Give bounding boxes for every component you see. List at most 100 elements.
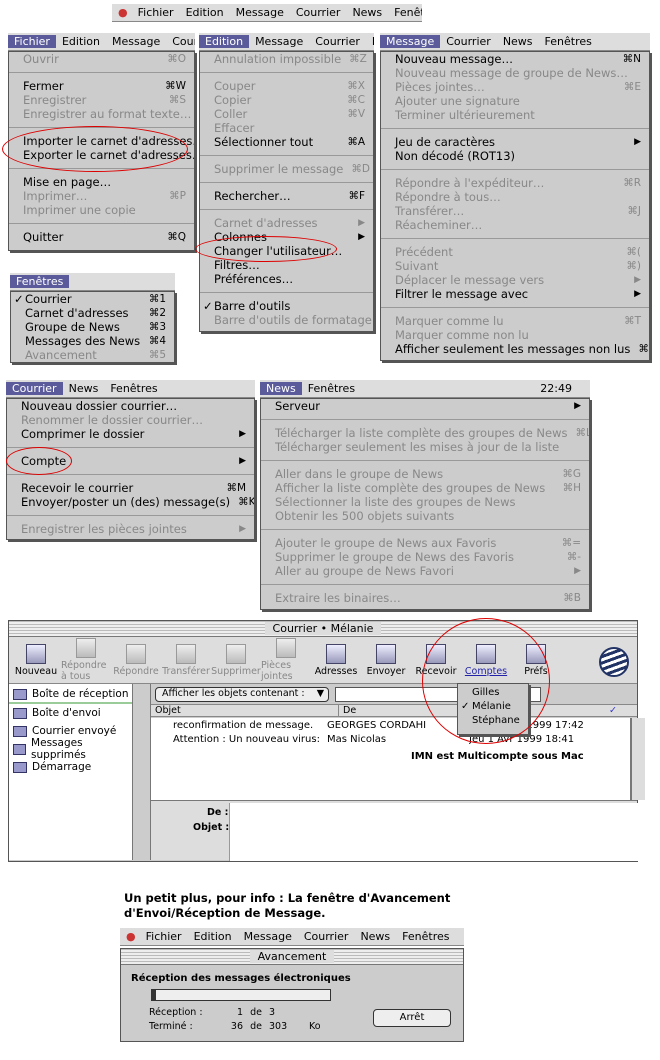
menu-item-envoyer-poster-un-des-message-s[interactable]: Envoyer/poster un (des) message(s) ⌘K bbox=[7, 495, 254, 509]
menu-item-jeu-de-caracteres[interactable]: Jeu de caractères ▶ bbox=[381, 135, 649, 149]
menubar-item-fenetres[interactable]: Fenêtres bbox=[539, 35, 598, 48]
menu-item-groupe-de-news[interactable]: Groupe de News ⌘3 bbox=[11, 320, 174, 334]
menu-item-label: Préférences… bbox=[214, 272, 294, 286]
menubar-item-fenetres[interactable]: Fenêtres bbox=[302, 382, 361, 395]
menubar-item-ne[interactable]: Ne bbox=[366, 35, 374, 48]
account-melanie[interactable]: ✓ Mélanie bbox=[458, 700, 528, 714]
menubar-item-message[interactable]: Message bbox=[249, 35, 309, 48]
menubar-item-message[interactable]: Message bbox=[106, 35, 166, 48]
menubar-item-edition[interactable]: Edition bbox=[188, 930, 238, 943]
menubar-item-news[interactable]: News bbox=[354, 930, 396, 943]
menubar-item-edition[interactable]: Edition bbox=[56, 35, 106, 48]
menu-item-filtres[interactable]: Filtres… bbox=[200, 258, 373, 272]
menu-item-nouveau-dossier-courrier[interactable]: Nouveau dossier courrier… bbox=[7, 399, 254, 413]
menu-item-label: Répondre à tous… bbox=[395, 190, 501, 204]
menu-item-selectionner-tout[interactable]: Sélectionner tout ⌘A bbox=[200, 135, 373, 149]
menu-item-imprimer: Imprimer… ⌘P bbox=[9, 189, 194, 203]
mail-window-titlebar[interactable]: Courrier • Mélanie bbox=[9, 621, 637, 637]
menu-item-changer-l-utilisateur[interactable]: Changer l'utilisateur… bbox=[200, 244, 373, 258]
menubar-item-courrier[interactable]: Courrier bbox=[166, 35, 195, 48]
menu-item-importer-le-carnet-d-adresses[interactable]: Importer le carnet d'adresses… bbox=[9, 134, 194, 148]
account-gilles[interactable]: Gilles bbox=[458, 686, 528, 700]
menubar-item-courrier[interactable]: Courrier bbox=[6, 382, 63, 395]
stop-button[interactable]: Arrêt bbox=[373, 1009, 451, 1027]
menubar-item-fenetres[interactable]: Fenêtres bbox=[396, 930, 455, 943]
menu-item-compte[interactable]: Compte ▶ bbox=[7, 454, 254, 468]
menu-item-label: Nouveau dossier courrier… bbox=[21, 399, 178, 413]
menu-item-mise-en-page[interactable]: Mise en page… bbox=[9, 175, 194, 189]
menu-item-carnet-d-adresses[interactable]: Carnet d'adresses ⌘2 bbox=[11, 306, 174, 320]
folder-boite-d-envoi[interactable]: Boîte d'envoi bbox=[9, 704, 132, 722]
progress-window: Avancement Réception des messages électr… bbox=[120, 948, 464, 1042]
filter-dropdown[interactable]: Afficher les objets contenant : ▼ bbox=[155, 686, 329, 702]
menu-item-quitter[interactable]: Quitter ⌘Q bbox=[9, 230, 194, 244]
shortcut-label: ⌘C bbox=[347, 94, 365, 106]
menubar-item-news[interactable]: News bbox=[260, 382, 302, 395]
menu-item-recevoir-le-courrier[interactable]: Recevoir le courrier ⌘M bbox=[7, 481, 254, 495]
message-row[interactable]: Attention : Un nouveau virus: Wami... Mas… bbox=[151, 732, 630, 746]
shortcut-label: ⌘1 bbox=[148, 293, 166, 305]
menubar-item-news[interactable]: News bbox=[497, 35, 539, 48]
menu-item-afficher-seulement-les-messages-non-lus[interactable]: Afficher seulement les messages non lus ⌘… bbox=[381, 342, 649, 356]
menubar-item-fichier[interactable]: Fichier bbox=[8, 35, 56, 48]
toolbar-pieces-jointes-button[interactable]: Pièces jointes bbox=[261, 638, 311, 682]
scrollbar[interactable] bbox=[631, 718, 645, 800]
folder-boite-de-reception[interactable]: Boîte de réception bbox=[9, 686, 132, 704]
menubar-item-news[interactable]: News bbox=[346, 6, 388, 19]
menubar-item-fenetres[interactable]: Fenêtres bbox=[388, 6, 422, 19]
menu-separator bbox=[7, 509, 254, 516]
toolbar-repondre-a-tous-button[interactable]: Répondre à tous bbox=[61, 638, 111, 682]
menubar-item-fichier[interactable]: Fichier bbox=[132, 6, 180, 19]
menubar-item-fichier[interactable]: Fichier bbox=[140, 930, 188, 943]
menu-item-filtrer-le-message-avec[interactable]: Filtrer le message avec ▶ bbox=[381, 287, 649, 301]
menu-item-barre-d-outils[interactable]: ✓ Barre d'outils bbox=[200, 299, 373, 313]
message-row[interactable]: reconfirmation de message. GEORGES CORDAH… bbox=[151, 718, 630, 732]
nouveau-icon bbox=[26, 643, 46, 664]
menu-item-courrier[interactable]: ✓ Courrier ⌘1 bbox=[11, 292, 174, 306]
menu-item-label: Annulation impossible bbox=[214, 52, 342, 66]
account-stephane[interactable]: Stéphane bbox=[458, 714, 528, 728]
toolbar-supprimer-button[interactable]: Supprimer bbox=[211, 643, 261, 677]
menubar-item-message[interactable]: Message bbox=[380, 35, 441, 48]
menu-item-nouveau-message[interactable]: Nouveau message… ⌘N bbox=[381, 52, 649, 66]
folder-messages-supprimes[interactable]: Messages supprimés bbox=[9, 737, 132, 761]
menubar-item-courrier[interactable]: Courrier bbox=[298, 930, 355, 943]
menu-item-serveur[interactable]: Serveur ▶ bbox=[261, 399, 589, 413]
col-objet-header[interactable]: Objet bbox=[151, 705, 339, 716]
menu-item-non-decode-rot13[interactable]: Non décodé (ROT13) bbox=[381, 149, 649, 163]
menu-item-nouveau-message-de-groupe-de-news: Nouveau message de groupe de News… bbox=[381, 66, 649, 80]
fenetres-menubar: Fenêtres bbox=[10, 273, 175, 291]
menu-item-label: Supprimer le message bbox=[214, 162, 344, 176]
menu-item-rechercher[interactable]: Rechercher… ⌘F bbox=[200, 189, 373, 203]
menu-item-comprimer-le-dossier[interactable]: Comprimer le dossier ▶ bbox=[7, 427, 254, 441]
menubar-item-fenetres[interactable]: Fenêtres bbox=[10, 275, 70, 288]
menubar-item-edition[interactable]: Edition bbox=[180, 6, 230, 19]
menu-item-fermer[interactable]: Fermer ⌘W bbox=[9, 79, 194, 93]
toolbar-prefs-button[interactable]: Préfs bbox=[511, 643, 561, 677]
menu-separator bbox=[200, 149, 373, 156]
toolbar-transferer-button[interactable]: Transférer bbox=[161, 643, 211, 677]
progress-titlebar[interactable]: Avancement bbox=[121, 949, 463, 965]
menu-item-messages-des-news[interactable]: Messages des News ⌘4 bbox=[11, 334, 174, 348]
menubar-item-fenetres[interactable]: Fenêtres bbox=[104, 382, 163, 395]
menu-item-exporter-le-carnet-d-adresses[interactable]: Exporter le carnet d'adresses… bbox=[9, 148, 194, 162]
menubar-item-message[interactable]: Message bbox=[230, 6, 290, 19]
menubar-item-courrier[interactable]: Courrier bbox=[290, 6, 347, 19]
toolbar-nouveau-button[interactable]: Nouveau bbox=[11, 643, 61, 677]
menu-item-label: Réacheminer… bbox=[395, 218, 483, 232]
apple-icon[interactable]: ● bbox=[112, 6, 132, 19]
menu-item-colonnes[interactable]: Colonnes ▶ bbox=[200, 230, 373, 244]
apple-icon[interactable]: ● bbox=[120, 930, 140, 943]
menubar-item-courrier[interactable]: Courrier bbox=[309, 35, 366, 48]
menu-separator bbox=[200, 66, 373, 73]
toolbar-envoyer-button[interactable]: Envoyer bbox=[361, 643, 411, 677]
menu-item-preferences[interactable]: Préférences… bbox=[200, 272, 373, 286]
toolbar-comptes-button[interactable]: Comptes bbox=[461, 643, 511, 677]
menubar-item-news[interactable]: News bbox=[63, 382, 105, 395]
menubar-item-message[interactable]: Message bbox=[238, 930, 298, 943]
toolbar-recevoir-button[interactable]: Recevoir bbox=[411, 643, 461, 677]
toolbar-repondre-button[interactable]: Répondre bbox=[111, 643, 161, 677]
toolbar-adresses-button[interactable]: Adresses bbox=[311, 643, 361, 677]
menubar-item-courrier[interactable]: Courrier bbox=[440, 35, 497, 48]
menubar-item-edition[interactable]: Edition bbox=[199, 35, 250, 48]
